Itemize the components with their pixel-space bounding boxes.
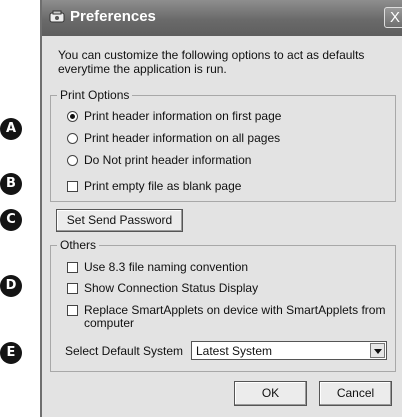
others-legend: Others — [57, 238, 100, 252]
checkbox-file-naming[interactable]: Use 8.3 file naming convention — [67, 260, 248, 274]
radio-label: Print header information on first page — [84, 109, 282, 123]
checkbox-connection-status[interactable]: Show Connection Status Display — [67, 281, 258, 295]
app-icon — [49, 10, 65, 23]
print-options-legend: Print Options — [57, 88, 133, 102]
checkbox-replace-smartapplets[interactable]: Replace SmartApplets on device with Smar… — [67, 304, 387, 330]
radio-button-selected[interactable] — [67, 110, 78, 122]
checkbox-label: Use 8.3 file naming convention — [84, 260, 249, 274]
radio-all-pages[interactable]: Print header information on all pages — [67, 131, 280, 145]
checkbox[interactable] — [67, 180, 78, 192]
radio-no-header[interactable]: Do Not print header information — [67, 153, 251, 167]
checkbox-label: Print empty file as blank page — [84, 179, 242, 193]
radio-label: Do Not print header information — [84, 153, 252, 167]
checkbox[interactable] — [67, 261, 78, 273]
print-options-group: Print Options Print header information o… — [50, 88, 396, 202]
radio-button[interactable] — [67, 132, 78, 144]
cancel-button[interactable]: Cancel — [319, 381, 392, 406]
callout-c: C — [0, 209, 22, 231]
ok-button[interactable]: OK — [234, 381, 307, 406]
close-button[interactable]: X — [384, 7, 402, 28]
description-text: You can customize the following options … — [58, 48, 365, 76]
title-bar[interactable]: Preferences X — [42, 0, 402, 36]
checkbox-label: Replace SmartApplets on device with Smar… — [84, 303, 386, 330]
chevron-down-icon[interactable] — [370, 343, 385, 358]
checkbox[interactable] — [67, 282, 78, 294]
preferences-dialog: Preferences X You can customize the foll… — [40, 0, 402, 417]
others-group: Others Use 8.3 file naming convention Sh… — [50, 238, 396, 372]
callout-e: E — [0, 342, 22, 364]
radio-label: Print header information on all pages — [84, 131, 281, 145]
set-send-password-button[interactable]: Set Send Password — [56, 209, 183, 232]
checkbox-blank-page[interactable]: Print empty file as blank page — [67, 179, 241, 193]
callout-d: D — [0, 275, 22, 297]
default-system-select[interactable]: Latest System — [191, 341, 387, 360]
radio-button[interactable] — [67, 154, 78, 166]
callout-b: B — [0, 173, 22, 195]
radio-first-page[interactable]: Print header information on first page — [67, 109, 281, 123]
checkbox[interactable] — [67, 305, 78, 316]
default-system-value: Latest System — [196, 344, 273, 358]
callout-a: A — [0, 118, 22, 140]
checkbox-label: Show Connection Status Display — [84, 281, 259, 295]
default-system-label: Select Default System — [65, 344, 184, 358]
window-title: Preferences — [70, 8, 156, 25]
